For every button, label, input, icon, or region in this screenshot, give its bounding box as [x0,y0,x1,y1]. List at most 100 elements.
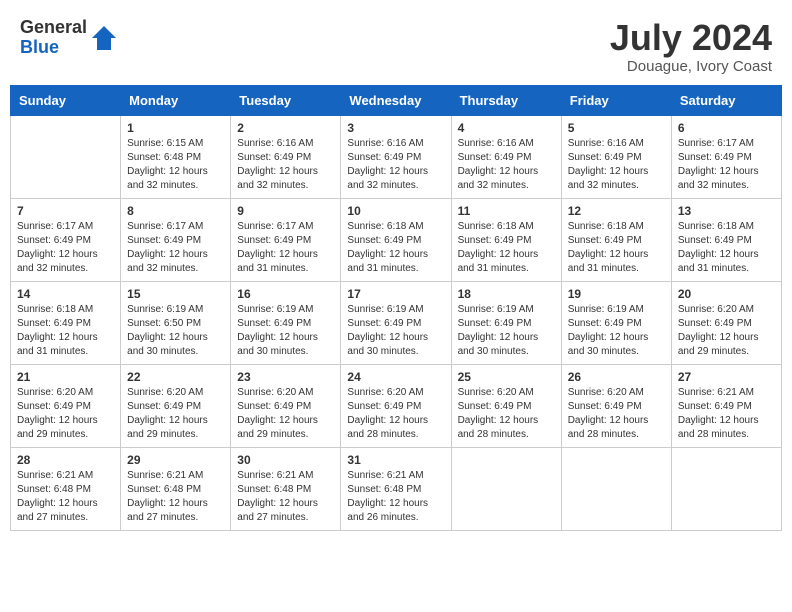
day-info: Sunrise: 6:19 AMSunset: 6:49 PMDaylight:… [458,303,555,359]
logo-icon [89,23,119,53]
logo-blue: Blue [20,38,87,58]
day-info: Sunrise: 6:20 AMSunset: 6:49 PMDaylight:… [127,386,224,442]
calendar-cell: 9Sunrise: 6:17 AMSunset: 6:49 PMDaylight… [231,198,341,281]
calendar-cell: 10 Sunrise: 6:18 AMSunset: 6:49 PMDayligh… [341,198,451,281]
calendar-cell [11,115,121,198]
day-number: 6 [678,121,775,135]
day-info: Sunrise: 6:19 AMSunset: 6:49 PMDaylight:… [237,303,334,359]
day-number: 14 [17,287,114,301]
day-info: Sunrise: 6:17 AMSunset: 6:49 PMDaylight:… [678,137,775,193]
calendar-cell: 21Sunrise: 6:20 AMSunset: 6:49 PMDayligh… [11,364,121,447]
day-number: 10 [347,204,444,218]
calendar-cell: 19 Sunrise: 6:19 AMSunset: 6:49 PMDayligh… [561,281,671,364]
day-number: 27 [678,370,775,384]
calendar-cell: 14 Sunrise: 6:18 AMSunset: 6:49 PMDayligh… [11,281,121,364]
day-info: Sunrise: 6:18 AMSunset: 6:49 PMDaylight:… [17,303,114,359]
calendar-cell: 13 Sunrise: 6:18 AMSunset: 6:49 PMDayligh… [671,198,781,281]
day-info: Sunrise: 6:18 AMSunset: 6:49 PMDaylight:… [347,220,444,276]
day-number: 7 [17,204,114,218]
header: General Blue July 2024 Douague, Ivory Co… [10,10,782,81]
calendar-cell: 15Sunrise: 6:19 AMSunset: 6:50 PMDayligh… [121,281,231,364]
calendar-cell: 7 Sunrise: 6:17 AMSunset: 6:49 PMDaylight… [11,198,121,281]
day-number: 28 [17,453,114,467]
day-info: Sunrise: 6:20 AMSunset: 6:49 PMDaylight:… [568,386,665,442]
calendar-cell: 22Sunrise: 6:20 AMSunset: 6:49 PMDayligh… [121,364,231,447]
calendar-cell: 11 Sunrise: 6:18 AMSunset: 6:49 PMDayligh… [451,198,561,281]
day-info: Sunrise: 6:17 AMSunset: 6:49 PMDaylight:… [127,220,224,276]
header-cell-sunday: Sunday [11,85,121,115]
calendar-cell: 5Sunrise: 6:16 AMSunset: 6:49 PMDaylight… [561,115,671,198]
calendar-cell: 3Sunrise: 6:16 AMSunset: 6:49 PMDaylight… [341,115,451,198]
day-number: 20 [678,287,775,301]
day-number: 2 [237,121,334,135]
day-number: 18 [458,287,555,301]
day-number: 3 [347,121,444,135]
week-row-3: 21Sunrise: 6:20 AMSunset: 6:49 PMDayligh… [11,364,782,447]
day-info: Sunrise: 6:20 AMSunset: 6:49 PMDaylight:… [678,303,775,359]
location: Douague, Ivory Coast [610,58,772,75]
day-number: 16 [237,287,334,301]
calendar-table: SundayMondayTuesdayWednesdayThursdayFrid… [10,85,782,531]
day-info: Sunrise: 6:16 AMSunset: 6:49 PMDaylight:… [458,137,555,193]
calendar-cell: 23Sunrise: 6:20 AMSunset: 6:49 PMDayligh… [231,364,341,447]
day-number: 24 [347,370,444,384]
day-info: Sunrise: 6:21 AMSunset: 6:49 PMDaylight:… [678,386,775,442]
day-info: Sunrise: 6:17 AMSunset: 6:49 PMDaylight:… [237,220,334,276]
day-info: Sunrise: 6:18 AMSunset: 6:49 PMDaylight:… [458,220,555,276]
calendar-cell: 28 Sunrise: 6:21 AMSunset: 6:48 PMDayligh… [11,447,121,530]
calendar-cell: 25 Sunrise: 6:20 AMSunset: 6:49 PMDayligh… [451,364,561,447]
header-cell-monday: Monday [121,85,231,115]
calendar-cell: 8 Sunrise: 6:17 AMSunset: 6:49 PMDaylight… [121,198,231,281]
week-row-0: 1 Sunrise: 6:15 AMSunset: 6:48 PMDaylight… [11,115,782,198]
week-row-1: 7 Sunrise: 6:17 AMSunset: 6:49 PMDaylight… [11,198,782,281]
calendar-cell: 4 Sunrise: 6:16 AMSunset: 6:49 PMDaylight… [451,115,561,198]
week-row-2: 14 Sunrise: 6:18 AMSunset: 6:49 PMDayligh… [11,281,782,364]
day-info: Sunrise: 6:18 AMSunset: 6:49 PMDaylight:… [678,220,775,276]
logo: General Blue [20,18,119,58]
day-number: 11 [458,204,555,218]
calendar-cell: 2 Sunrise: 6:16 AMSunset: 6:49 PMDaylight… [231,115,341,198]
day-info: Sunrise: 6:19 AMSunset: 6:49 PMDaylight:… [568,303,665,359]
day-info: Sunrise: 6:16 AMSunset: 6:49 PMDaylight:… [237,137,334,193]
calendar-cell: 6 Sunrise: 6:17 AMSunset: 6:49 PMDaylight… [671,115,781,198]
title-area: July 2024 Douague, Ivory Coast [610,18,772,75]
day-info: Sunrise: 6:21 AMSunset: 6:48 PMDaylight:… [127,469,224,525]
day-info: Sunrise: 6:19 AMSunset: 6:50 PMDaylight:… [127,303,224,359]
header-cell-wednesday: Wednesday [341,85,451,115]
day-number: 17 [347,287,444,301]
day-number: 26 [568,370,665,384]
day-number: 31 [347,453,444,467]
day-number: 12 [568,204,665,218]
header-cell-thursday: Thursday [451,85,561,115]
day-info: Sunrise: 6:15 AMSunset: 6:48 PMDaylight:… [127,137,224,193]
logo-general: General [20,18,87,38]
day-number: 30 [237,453,334,467]
calendar-cell: 26 Sunrise: 6:20 AMSunset: 6:49 PMDayligh… [561,364,671,447]
day-number: 13 [678,204,775,218]
week-row-4: 28 Sunrise: 6:21 AMSunset: 6:48 PMDayligh… [11,447,782,530]
day-info: Sunrise: 6:21 AMSunset: 6:48 PMDaylight:… [237,469,334,525]
calendar-cell: 16 Sunrise: 6:19 AMSunset: 6:49 PMDayligh… [231,281,341,364]
day-number: 8 [127,204,224,218]
day-info: Sunrise: 6:19 AMSunset: 6:49 PMDaylight:… [347,303,444,359]
day-info: Sunrise: 6:17 AMSunset: 6:49 PMDaylight:… [17,220,114,276]
month-year: July 2024 [610,18,772,58]
calendar-cell: 31 Sunrise: 6:21 AMSunset: 6:48 PMDayligh… [341,447,451,530]
day-info: Sunrise: 6:18 AMSunset: 6:49 PMDaylight:… [568,220,665,276]
day-number: 19 [568,287,665,301]
day-info: Sunrise: 6:20 AMSunset: 6:49 PMDaylight:… [458,386,555,442]
day-info: Sunrise: 6:21 AMSunset: 6:48 PMDaylight:… [17,469,114,525]
day-number: 23 [237,370,334,384]
calendar-cell: 27 Sunrise: 6:21 AMSunset: 6:49 PMDayligh… [671,364,781,447]
header-cell-friday: Friday [561,85,671,115]
calendar-cell: 29Sunrise: 6:21 AMSunset: 6:48 PMDayligh… [121,447,231,530]
calendar-cell: 24 Sunrise: 6:20 AMSunset: 6:49 PMDayligh… [341,364,451,447]
day-number: 25 [458,370,555,384]
calendar-cell: 12 Sunrise: 6:18 AMSunset: 6:49 PMDayligh… [561,198,671,281]
day-info: Sunrise: 6:21 AMSunset: 6:48 PMDaylight:… [347,469,444,525]
day-number: 5 [568,121,665,135]
day-number: 4 [458,121,555,135]
calendar-cell: 17 Sunrise: 6:19 AMSunset: 6:49 PMDayligh… [341,281,451,364]
day-number: 1 [127,121,224,135]
day-info: Sunrise: 6:20 AMSunset: 6:49 PMDaylight:… [347,386,444,442]
